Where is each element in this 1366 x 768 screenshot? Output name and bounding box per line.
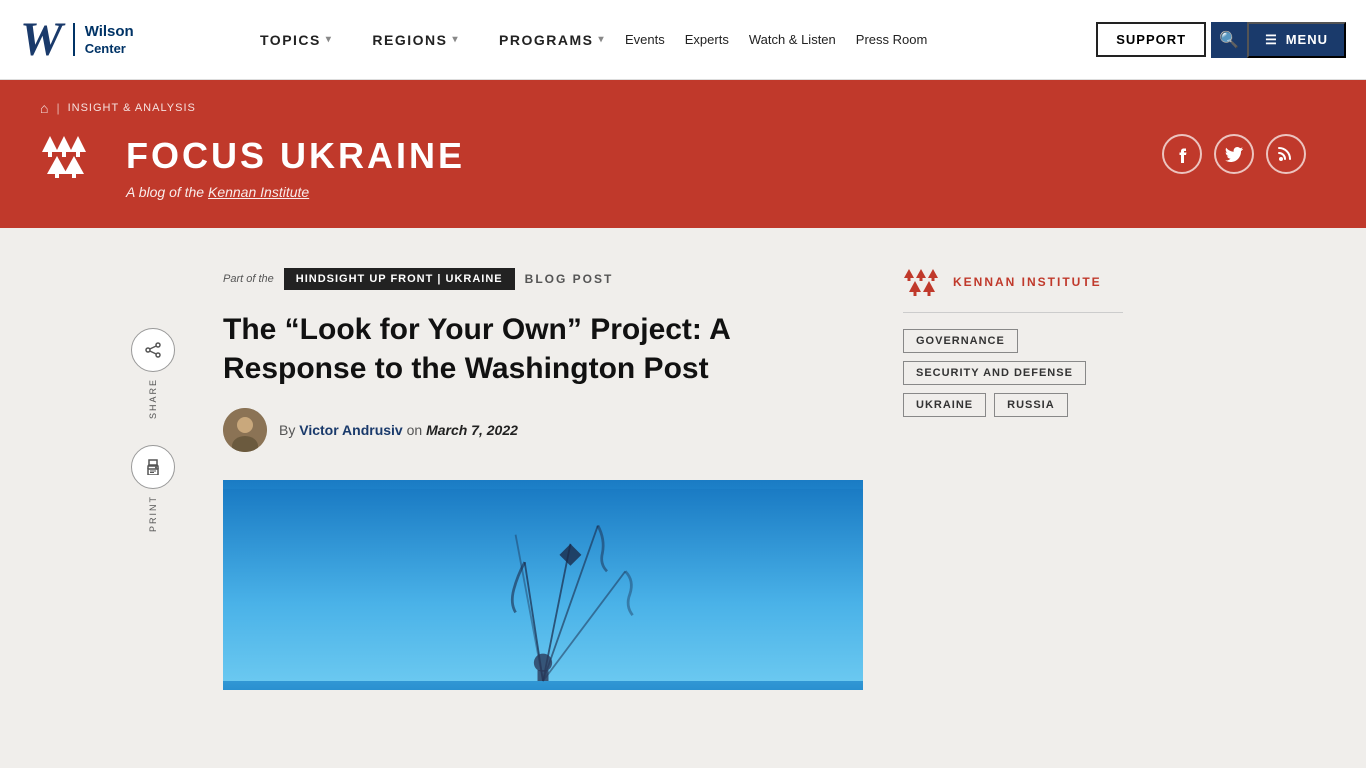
chevron-down-icon: ▾ (598, 34, 605, 45)
share-button[interactable] (131, 328, 175, 372)
part-of-label: Part of the (223, 273, 274, 285)
article-meta: By Victor Andrusiv on March 7, 2022 (223, 408, 863, 452)
print-label: PRINT (148, 495, 158, 532)
article-byline: By Victor Andrusiv on March 7, 2022 (279, 422, 518, 438)
share-label: SHARE (148, 378, 158, 419)
nav-events[interactable]: Events (625, 32, 665, 47)
menu-button[interactable]: ☰ MENU (1247, 22, 1346, 58)
sidebar-institute: KENNAN INSTITUTE (903, 268, 1123, 313)
tag-ukraine[interactable]: UKRAINE (903, 393, 986, 417)
chevron-down-icon: ▾ (326, 34, 333, 45)
article-area: Part of the HINDSIGHT UP FRONT | UKRAINE… (223, 268, 863, 690)
author-avatar (223, 408, 267, 452)
print-button[interactable] (131, 445, 175, 489)
side-actions: SHARE PRINT (123, 268, 183, 690)
sidebar: KENNAN INSTITUTE GOVERNANCE SECURITY AND… (903, 268, 1123, 690)
hamburger-icon: ☰ (1265, 32, 1278, 48)
tag-security-defense[interactable]: SECURITY AND DEFENSE (903, 361, 1086, 385)
logo-line2: Center (85, 41, 134, 57)
support-button[interactable]: SUPPORT (1096, 22, 1206, 57)
facebook-icon[interactable] (1162, 134, 1202, 174)
kennan-trees-icon (903, 268, 943, 296)
logo-text: Wilson Center (73, 23, 134, 57)
hero-subtitle: A blog of the Kennan Institute (126, 184, 1326, 200)
home-icon[interactable]: ⌂ (40, 100, 48, 116)
sidebar-institute-name[interactable]: KENNAN INSTITUTE (953, 275, 1102, 289)
tag-russia[interactable]: RUSSIA (994, 393, 1068, 417)
chevron-down-icon: ▾ (452, 34, 459, 45)
kennan-institute-link[interactable]: Kennan Institute (208, 184, 309, 200)
content-type-label: BLOG POST (525, 272, 614, 286)
breadcrumb-separator: | (56, 101, 59, 115)
hero-title-row: FOCUS UKRAINE (40, 134, 1326, 178)
nav-programs[interactable]: PROGRAMS ▾ (479, 0, 625, 80)
share-group: SHARE (131, 328, 175, 419)
hero-banner: ⌂ | INSIGHT & ANALYSIS FOCUS UKRAINE A b… (0, 80, 1366, 228)
twitter-icon[interactable] (1214, 134, 1254, 174)
article-title: The “Look for Your Own” Project: A Respo… (223, 310, 863, 388)
article-date: March 7, 2022 (426, 422, 518, 438)
site-logo[interactable]: W Wilson Center (20, 16, 240, 64)
nav-press-room[interactable]: Press Room (856, 32, 928, 47)
breadcrumb: ⌂ | INSIGHT & ANALYSIS (40, 100, 1326, 116)
breadcrumb-label: INSIGHT & ANALYSIS (68, 102, 196, 114)
search-icon[interactable]: 🔍 (1211, 22, 1247, 58)
author-link[interactable]: Victor Andrusiv (299, 422, 402, 438)
article-hero-image (223, 480, 863, 690)
logo-line1: Wilson (85, 23, 134, 41)
rss-icon[interactable] (1266, 134, 1306, 174)
sidebar-tags: GOVERNANCE SECURITY AND DEFENSE UKRAINE … (903, 329, 1123, 417)
nav-right-actions: SUPPORT 🔍 ☰ MENU (1096, 22, 1346, 58)
nav-bar: W Wilson Center TOPICS ▾ REGIONS ▾ PROGR… (0, 0, 1366, 80)
primary-nav: TOPICS ▾ REGIONS ▾ PROGRAMS ▾ Events Exp… (240, 0, 1076, 80)
tag-governance[interactable]: GOVERNANCE (903, 329, 1018, 353)
main-content: SHARE PRINT Part of the HINDSIGHT UP FRO… (83, 228, 1283, 690)
nav-topics[interactable]: TOPICS ▾ (240, 0, 352, 80)
nav-watch-listen[interactable]: Watch & Listen (749, 32, 836, 47)
secondary-nav: Events Experts Watch & Listen Press Room (625, 32, 927, 47)
focus-ukraine-tree-icons (40, 134, 110, 178)
nav-regions[interactable]: REGIONS ▾ (352, 0, 479, 80)
article-tags: Part of the HINDSIGHT UP FRONT | UKRAINE… (223, 268, 863, 290)
nav-experts[interactable]: Experts (685, 32, 729, 47)
blog-title: FOCUS UKRAINE (126, 135, 465, 177)
print-group: PRINT (131, 445, 175, 532)
series-badge[interactable]: HINDSIGHT UP FRONT | UKRAINE (284, 268, 515, 290)
social-icons (1162, 134, 1306, 174)
article-image-background (223, 480, 863, 690)
logo-w-letter: W (20, 16, 63, 64)
